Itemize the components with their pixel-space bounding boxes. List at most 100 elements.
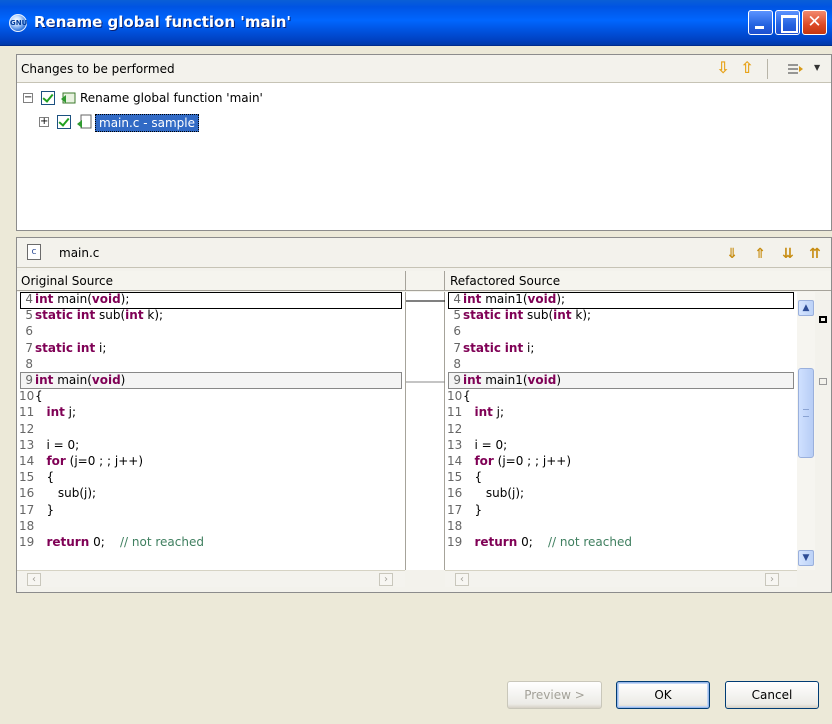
code-token: ) <box>120 373 126 387</box>
code-line: 4 int main1(void); <box>445 292 797 308</box>
code-token: sub(j); <box>463 486 525 501</box>
code-token: main( <box>53 292 92 306</box>
tree-item-label: Rename global function 'main' <box>80 91 263 105</box>
code-token: i = 0; <box>35 437 80 452</box>
code-keyword: int <box>35 292 54 306</box>
code-line: 12 <box>445 422 797 438</box>
code-text: int main(void) <box>35 373 125 387</box>
code-token: ) <box>556 373 561 387</box>
line-number: 16 <box>447 486 463 501</box>
line-number: 6 <box>453 324 461 339</box>
preview-button[interactable]: Preview > <box>507 681 602 709</box>
change-marker[interactable] <box>819 378 827 385</box>
maximize-button[interactable] <box>775 10 800 35</box>
code-keyword: static <box>35 340 73 355</box>
diff-connector <box>405 292 446 570</box>
previous-difference-icon[interactable]: ⇑ <box>751 245 769 263</box>
tree-item-file[interactable]: + main.c - sample <box>39 114 339 132</box>
line-number: 10 <box>447 389 463 404</box>
line-number: 8 <box>25 356 33 371</box>
previous-change-icon[interactable]: ⇈ <box>806 245 824 263</box>
code-line: 9 int main1(void) <box>445 373 797 389</box>
code-keyword: int <box>46 405 65 420</box>
code-token: i; <box>95 340 107 355</box>
rename-change-icon <box>60 90 77 106</box>
changes-panel: Changes to be performed ⇩ ⇧ ▼ − Rename g… <box>16 54 832 231</box>
code-token: (j=0 ; ; j++) <box>65 454 144 468</box>
scroll-right-icon[interactable]: › <box>765 573 779 586</box>
code-token: main1( <box>481 373 528 387</box>
code-token: (j=0 ; ; j++) <box>493 454 572 468</box>
filter-changes-icon[interactable] <box>787 61 805 77</box>
line-number: 15 <box>447 470 463 485</box>
tree-checkbox[interactable] <box>41 91 55 105</box>
close-icon: ✕ <box>807 12 822 32</box>
code-line: 11 int j; <box>445 405 797 421</box>
next-change-icon[interactable]: ⇩ <box>714 59 732 77</box>
scroll-left-icon[interactable]: ‹ <box>455 573 469 586</box>
line-number: 19 <box>19 535 35 549</box>
code-keyword: return <box>46 535 90 549</box>
code-token: sub( <box>95 308 126 323</box>
changes-header: Changes to be performed ⇩ ⇧ ▼ <box>17 55 831 83</box>
line-number: 15 <box>19 470 35 485</box>
code-line: 14 for (j=0 ; ; j++) <box>445 454 797 470</box>
code-text: return 0; // not reached <box>463 535 632 549</box>
c-file-icon: c <box>27 244 41 260</box>
code-line: 15 { <box>445 470 797 486</box>
code-keyword: static <box>35 308 73 323</box>
scroll-left-icon[interactable]: ‹ <box>27 573 41 586</box>
pane-headers: Original Source Refactored Source <box>17 271 831 291</box>
code-line: 8 <box>17 357 405 373</box>
code-keyword: int <box>474 405 493 420</box>
code-keyword: int <box>553 308 572 323</box>
scrollbar-thumb[interactable] <box>798 368 814 458</box>
refactored-source-title: Refactored Source <box>450 274 561 288</box>
scroll-right-icon[interactable]: › <box>379 573 393 586</box>
code-line: 7 static int i; <box>445 341 797 357</box>
refactored-source-editor[interactable]: 4 int main1(void); 5 static int sub(int k);… <box>445 292 797 570</box>
line-number: 13 <box>447 437 463 452</box>
code-keyword: int <box>504 340 524 355</box>
code-line: 8 <box>445 357 797 373</box>
code-keyword: int <box>125 308 144 323</box>
code-text: { <box>35 389 43 403</box>
code-line: 15 { <box>17 470 405 486</box>
code-comment: // not reached <box>548 535 632 549</box>
original-horizontal-scrollbar[interactable]: ‹ › <box>17 570 405 587</box>
code-token: 0; <box>89 535 120 549</box>
code-token: sub( <box>523 308 554 323</box>
scroll-down-icon[interactable]: ▼ <box>798 550 814 566</box>
line-number: 10 <box>19 389 35 404</box>
tree-item-root[interactable]: − Rename global function 'main' <box>23 90 423 108</box>
next-change-icon[interactable]: ⇊ <box>779 245 797 263</box>
code-text: static int i; <box>35 341 106 355</box>
line-number: 4 <box>453 292 461 306</box>
code-keyword: for <box>474 454 494 468</box>
tree-checkbox[interactable] <box>57 115 71 129</box>
collapse-icon[interactable]: − <box>23 93 33 103</box>
refactored-horizontal-scrollbar[interactable]: ‹ › <box>445 570 797 587</box>
code-text: i = 0; <box>35 438 79 452</box>
line-number: 18 <box>19 518 35 533</box>
next-difference-icon[interactable]: ⇓ <box>723 245 741 263</box>
code-text: static int sub(int k); <box>35 308 163 322</box>
original-source-editor[interactable]: 4 int main(void); 5 static int sub(int k); 6… <box>17 292 405 570</box>
line-number: 5 <box>25 308 33 323</box>
code-line: 9 int main(void) <box>17 373 405 389</box>
chevron-down-icon[interactable]: ▼ <box>814 63 820 72</box>
code-text: for (j=0 ; ; j++) <box>463 454 571 468</box>
code-keyword: static <box>463 340 501 355</box>
code-token: { <box>463 470 483 485</box>
previous-change-icon[interactable]: ⇧ <box>738 59 756 77</box>
ok-button[interactable]: OK <box>616 681 710 709</box>
minimize-button[interactable] <box>748 10 773 35</box>
close-button[interactable]: ✕ <box>802 10 827 35</box>
expand-icon[interactable]: + <box>39 117 49 127</box>
code-line: 14 for (j=0 ; ; j++) <box>17 454 405 470</box>
change-marker[interactable] <box>819 316 827 323</box>
vertical-scrollbar[interactable]: ▲ ▼ <box>797 292 815 570</box>
cancel-button[interactable]: Cancel <box>725 681 819 709</box>
scroll-up-icon[interactable]: ▲ <box>798 300 814 316</box>
